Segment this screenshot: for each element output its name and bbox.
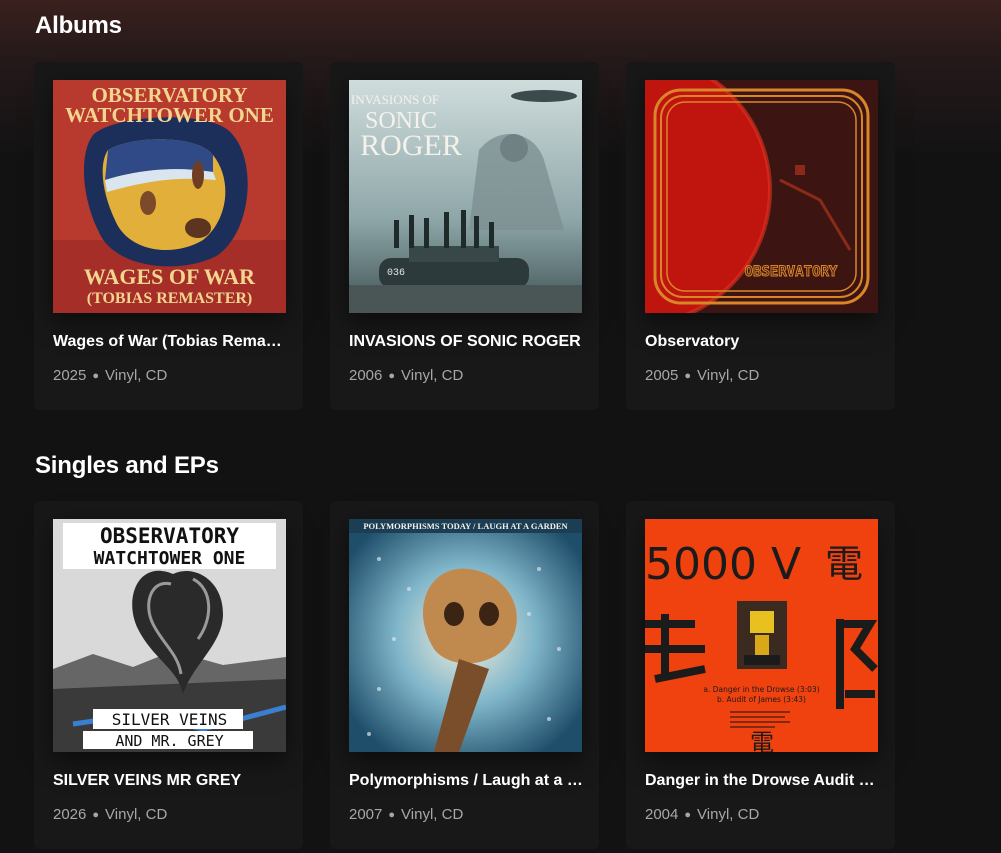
single-title[interactable]: SILVER VEINS MR GREY bbox=[53, 772, 289, 790]
section-title-albums: Albums bbox=[35, 12, 122, 39]
single-title[interactable]: Danger in the Drowse Audit of James bbox=[645, 772, 881, 790]
cover-text: AND MR. GREY bbox=[115, 732, 223, 750]
single-meta: 2026 ● Vinyl, CD bbox=[53, 806, 167, 823]
cover-text: SILVER VEINS bbox=[112, 710, 228, 729]
cover-text: INVASIONS OF bbox=[351, 92, 439, 107]
cover-text: WAGES OF WAR bbox=[84, 264, 256, 289]
album-formats: Vinyl, CD bbox=[401, 367, 464, 384]
single-cover-image: POLYMORPHISMS TODAY / LAUGH AT A GARDEN bbox=[349, 519, 582, 752]
cover-text: ROGER bbox=[360, 129, 462, 162]
separator-dot: ● bbox=[92, 809, 100, 821]
cover-text: 電 bbox=[750, 729, 774, 752]
single-card[interactable]: POLYMORPHISMS TODAY / LAUGH AT A GARDEN … bbox=[330, 501, 599, 849]
album-cover-image: INVASIONS OF SONIC ROGER 036 bbox=[349, 80, 582, 313]
album-year: 2005 bbox=[645, 367, 679, 384]
section-title-singles-and-eps: Singles and EPs bbox=[35, 452, 219, 479]
album-meta: 2006 ● Vinyl, CD bbox=[349, 367, 463, 384]
single-formats: Vinyl, CD bbox=[401, 806, 464, 823]
album-formats: Vinyl, CD bbox=[105, 367, 168, 384]
album-year: 2025 bbox=[53, 367, 87, 384]
single-card[interactable]: OBSERVATORY WATCHTOWER ONE SILVER VEINS … bbox=[34, 501, 303, 849]
album-title[interactable]: INVASIONS OF SONIC ROGER bbox=[349, 333, 585, 351]
cover-text: OBSERVATORY bbox=[745, 264, 838, 280]
album-meta: 2025 ● Vinyl, CD bbox=[53, 367, 167, 384]
single-year: 2007 bbox=[349, 806, 383, 823]
cover-text: 036 bbox=[387, 268, 405, 279]
album-meta: 2005 ● Vinyl, CD bbox=[645, 367, 759, 384]
album-card[interactable]: INVASIONS OF SONIC ROGER 036 INVASIONS O… bbox=[330, 62, 599, 410]
single-cover-image: 5000 V 電 a. Danger in the Drowse (3:03) … bbox=[645, 519, 878, 752]
cover-text: POLYMORPHISMS TODAY / LAUGH AT A GARDEN bbox=[363, 521, 568, 531]
separator-dot: ● bbox=[684, 809, 692, 821]
singles-grid: OBSERVATORY WATCHTOWER ONE SILVER VEINS … bbox=[34, 501, 895, 849]
separator-dot: ● bbox=[92, 370, 100, 382]
cover-text: WATCHTOWER ONE bbox=[94, 548, 246, 569]
album-formats: Vinyl, CD bbox=[697, 367, 760, 384]
album-title[interactable]: Wages of War (Tobias Remaster) bbox=[53, 333, 289, 351]
cover-text: WATCHTOWER ONE bbox=[65, 103, 274, 127]
single-formats: Vinyl, CD bbox=[105, 806, 168, 823]
album-year: 2006 bbox=[349, 367, 383, 384]
cover-text: b. Audit of James (3:43) bbox=[717, 695, 806, 704]
cover-text: OBSERVATORY bbox=[100, 524, 239, 548]
separator-dot: ● bbox=[388, 809, 396, 821]
separator-dot: ● bbox=[684, 370, 692, 382]
cover-text: (TOBIAS REMASTER) bbox=[87, 290, 253, 307]
album-card[interactable]: OBSERVATORY WATCHTOWER ONE WAGES OF WAR … bbox=[34, 62, 303, 410]
single-year: 2004 bbox=[645, 806, 679, 823]
single-cover-image: OBSERVATORY WATCHTOWER ONE SILVER VEINS … bbox=[53, 519, 286, 752]
albums-grid: OBSERVATORY WATCHTOWER ONE WAGES OF WAR … bbox=[34, 62, 895, 410]
single-card[interactable]: 5000 V 電 a. Danger in the Drowse (3:03) … bbox=[626, 501, 895, 849]
separator-dot: ● bbox=[388, 370, 396, 382]
cover-text: 電 bbox=[825, 542, 863, 586]
cover-text: 5000 V bbox=[645, 539, 801, 590]
album-title[interactable]: Observatory bbox=[645, 333, 881, 351]
single-meta: 2007 ● Vinyl, CD bbox=[349, 806, 463, 823]
single-formats: Vinyl, CD bbox=[697, 806, 760, 823]
single-meta: 2004 ● Vinyl, CD bbox=[645, 806, 759, 823]
album-cover-image: OBSERVATORY WATCHTOWER ONE WAGES OF WAR … bbox=[53, 80, 286, 313]
single-year: 2026 bbox=[53, 806, 87, 823]
cover-text: a. Danger in the Drowse (3:03) bbox=[703, 685, 819, 694]
album-card[interactable]: OBSERVATORY Observatory 2005 ● Vinyl, CD bbox=[626, 62, 895, 410]
single-title[interactable]: Polymorphisms / Laugh at a Garden bbox=[349, 772, 585, 790]
album-cover-image: OBSERVATORY bbox=[645, 80, 878, 313]
